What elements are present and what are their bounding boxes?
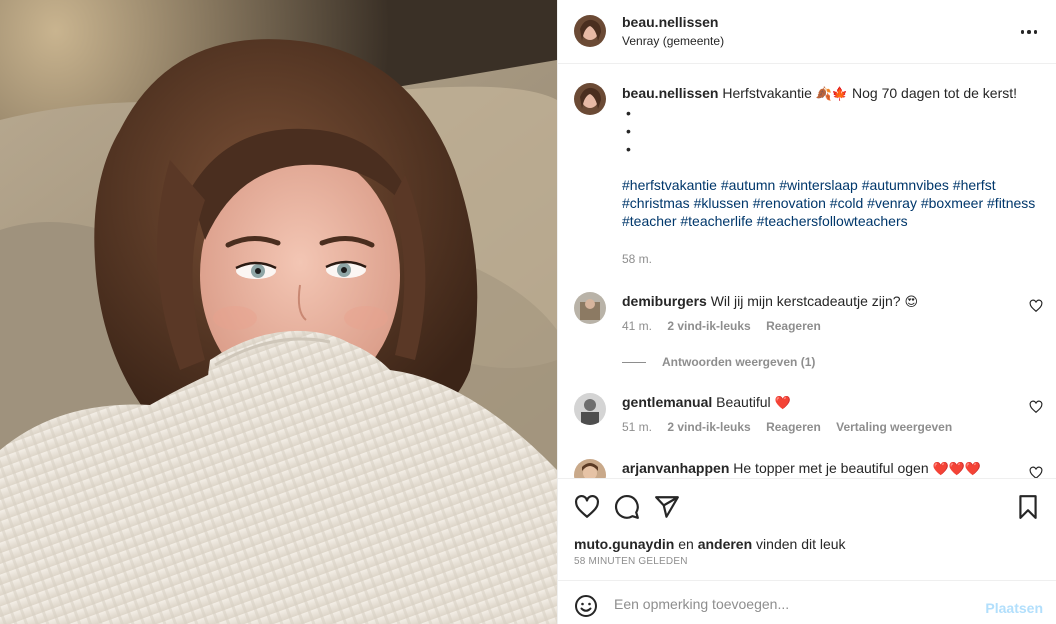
comment-input[interactable] bbox=[614, 591, 974, 617]
comment-meta: 51 m. 2 vind-ik-leuks Reageren Vertaling… bbox=[622, 420, 964, 434]
like-comment-heart-icon[interactable] bbox=[1029, 299, 1043, 313]
hashtag[interactable]: #winterslaap bbox=[779, 177, 858, 193]
comment-emoji: ❤️❤️❤️ bbox=[932, 462, 982, 477]
comment-icon[interactable] bbox=[614, 494, 640, 520]
likes-others-link[interactable]: anderen bbox=[698, 536, 752, 552]
caption-bullet: • bbox=[626, 123, 631, 139]
comment-username[interactable]: demiburgers bbox=[622, 293, 707, 309]
caption-text: Herfstvakantie bbox=[722, 85, 812, 101]
comment-timestamp[interactable]: 41 m. bbox=[622, 319, 652, 333]
comment-timestamp[interactable]: 51 m. bbox=[622, 420, 652, 434]
comment-likes[interactable]: 2 vind-ik-leuks bbox=[667, 319, 750, 333]
photo-illustration bbox=[0, 0, 557, 624]
reply-button[interactable]: Reageren bbox=[766, 319, 821, 333]
post-header: beau.nellissen Venray (gemeente) bbox=[558, 0, 1056, 64]
comment-emoji: 😍 bbox=[904, 295, 918, 310]
comment-avatar[interactable] bbox=[574, 459, 606, 478]
post-photo[interactable] bbox=[0, 0, 557, 624]
hashtag[interactable]: #renovation bbox=[753, 195, 826, 211]
translate-button[interactable]: Vertaling weergeven bbox=[836, 420, 952, 434]
view-replies-button[interactable]: Antwoorden weergeven (1) bbox=[622, 355, 815, 369]
likes-and: en bbox=[678, 536, 694, 552]
comments-scroll-area[interactable]: beau.nellissen Herfstvakantie 🍂🍁 Nog 70 … bbox=[558, 65, 1056, 478]
replies-divider bbox=[622, 361, 646, 363]
comment-username[interactable]: arjanvanhappen bbox=[622, 460, 729, 476]
hashtag[interactable]: #klussen bbox=[694, 195, 749, 211]
caption-bullet: • bbox=[626, 105, 631, 121]
view-replies-label: Antwoorden weergeven (1) bbox=[662, 355, 816, 369]
likes-summary: muto.gunaydin en anderen vinden dit leuk bbox=[574, 536, 846, 552]
post-timestamp[interactable]: 58 MINUTEN GELEDEN bbox=[574, 556, 688, 567]
post-comment-button[interactable]: Plaatsen bbox=[985, 600, 1043, 616]
comment-text: Beautiful bbox=[716, 394, 771, 410]
comment-text: Wil jij mijn kerstcadeautje zijn? bbox=[710, 293, 901, 309]
comment-text: He topper met je beautiful ogen bbox=[733, 460, 929, 476]
comment-text-line: gentlemanual Beautiful ❤️ bbox=[622, 393, 1012, 413]
hashtag[interactable]: #fitness bbox=[987, 195, 1035, 211]
hashtag[interactable]: #teacherlife bbox=[680, 213, 752, 229]
post-side-panel: beau.nellissen Venray (gemeente) beau.ne… bbox=[557, 0, 1056, 624]
hashtag[interactable]: #christmas bbox=[622, 195, 690, 211]
caption-body: beau.nellissen Herfstvakantie 🍂🍁 Nog 70 … bbox=[622, 84, 1036, 230]
caption-text-2: Nog 70 dagen tot de kerst! bbox=[852, 85, 1018, 101]
add-comment-bar: Plaatsen bbox=[558, 580, 1056, 624]
like-comment-heart-icon[interactable] bbox=[1029, 466, 1043, 478]
comment-username[interactable]: gentlemanual bbox=[622, 394, 712, 410]
more-options-icon[interactable] bbox=[1019, 22, 1039, 42]
hashtag[interactable]: #cold bbox=[830, 195, 863, 211]
caption-hashtags: #herfstvakantie #autumn #winterslaap #au… bbox=[622, 176, 1036, 230]
caption-avatar[interactable] bbox=[574, 83, 606, 115]
bookmark-icon[interactable] bbox=[1015, 494, 1041, 520]
comment-avatar[interactable] bbox=[574, 393, 606, 425]
author-username[interactable]: beau.nellissen bbox=[622, 14, 718, 30]
post-viewer: beau.nellissen Venray (gemeente) beau.ne… bbox=[0, 0, 1056, 624]
hashtag[interactable]: #herfst bbox=[953, 177, 996, 193]
hashtag[interactable]: #herfstvakantie bbox=[622, 177, 717, 193]
share-icon[interactable] bbox=[654, 494, 680, 520]
like-comment-heart-icon[interactable] bbox=[1029, 400, 1043, 414]
heart-icon[interactable] bbox=[574, 494, 600, 520]
caption-bullet: • bbox=[626, 141, 631, 157]
post-location[interactable]: Venray (gemeente) bbox=[622, 34, 724, 48]
liker-username[interactable]: muto.gunaydin bbox=[574, 536, 674, 552]
likes-suffix: vinden dit leuk bbox=[756, 536, 846, 552]
comment-meta: 41 m. 2 vind-ik-leuks Reageren bbox=[622, 319, 833, 333]
caption-username[interactable]: beau.nellissen bbox=[622, 85, 718, 101]
hashtag[interactable]: #venray bbox=[867, 195, 917, 211]
reply-button[interactable]: Reageren bbox=[766, 420, 821, 434]
comment-text-line: arjanvanhappen He topper met je beautifu… bbox=[622, 459, 1012, 478]
caption-timestamp[interactable]: 58 m. bbox=[622, 252, 652, 266]
post-actions: muto.gunaydin en anderen vinden dit leuk… bbox=[558, 478, 1056, 580]
comment-text-line: demiburgers Wil jij mijn kerstcadeautje … bbox=[622, 292, 1012, 312]
emoji-icon[interactable] bbox=[574, 594, 598, 618]
comment-likes[interactable]: 2 vind-ik-leuks bbox=[667, 420, 750, 434]
hashtag[interactable]: #autumnvibes bbox=[862, 177, 949, 193]
hashtag[interactable]: #boxmeer bbox=[921, 195, 983, 211]
hashtag[interactable]: #autumn bbox=[721, 177, 775, 193]
hashtag[interactable]: #teacher bbox=[622, 213, 676, 229]
comment-emoji: ❤️ bbox=[774, 396, 791, 411]
caption-emoji: 🍂🍁 bbox=[815, 87, 849, 102]
hashtag[interactable]: #teachersfollowteachers bbox=[757, 213, 908, 229]
comment-avatar[interactable] bbox=[574, 292, 606, 324]
author-avatar[interactable] bbox=[574, 15, 606, 47]
